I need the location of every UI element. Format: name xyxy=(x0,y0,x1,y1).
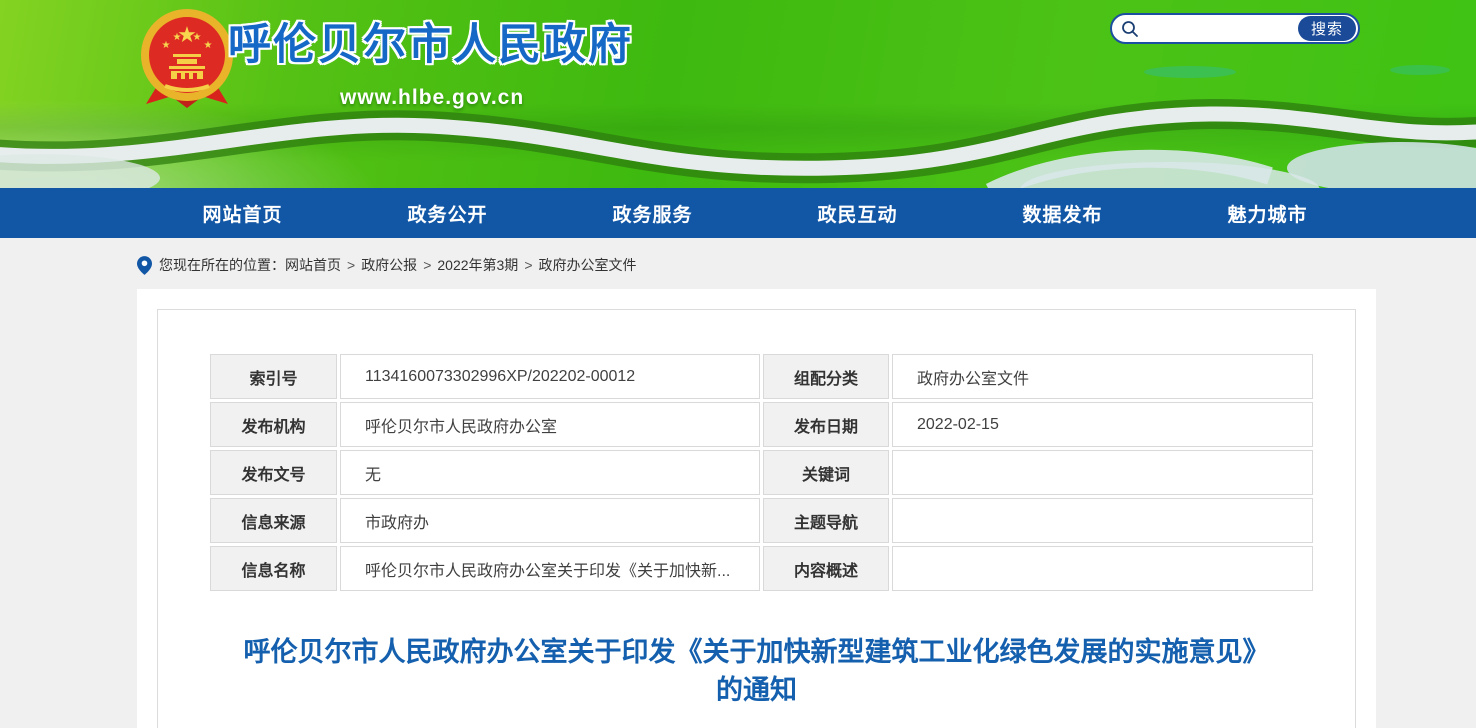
meta-value-info-name: 呼伦贝尔市人民政府办公室关于印发《关于加快新... xyxy=(340,546,760,591)
meta-value-issuing-agency: 呼伦贝尔市人民政府办公室 xyxy=(340,402,760,447)
meta-label-issuing-agency: 发布机构 xyxy=(210,402,337,447)
document-panel: 索引号 1134160073302996XP/202202-00012 组配分类… xyxy=(157,309,1356,728)
breadcrumb-separator: > xyxy=(423,257,431,273)
meta-value-topic-nav xyxy=(892,498,1313,543)
meta-label-summary: 内容概述 xyxy=(763,546,889,591)
site-url: www.hlbe.gov.cn xyxy=(340,86,524,110)
meta-value-doc-number: 无 xyxy=(340,450,760,495)
meta-label-publish-date: 发布日期 xyxy=(763,402,889,447)
breadcrumb-prefix: 您现在所在的位置： xyxy=(159,255,285,275)
meta-value-keywords xyxy=(892,450,1313,495)
nav-item-gov-service[interactable]: 政务服务 xyxy=(550,188,755,238)
content-card: 索引号 1134160073302996XP/202202-00012 组配分类… xyxy=(137,289,1376,728)
meta-label-source: 信息来源 xyxy=(210,498,337,543)
nav-item-city[interactable]: 魅力城市 xyxy=(1165,188,1370,238)
meta-value-index-number: 1134160073302996XP/202202-00012 xyxy=(340,354,760,399)
meta-row-source-topic: 信息来源 市政府办 主题导航 xyxy=(210,498,1313,543)
breadcrumb-item-home[interactable]: 网站首页 xyxy=(285,255,341,275)
meta-value-category: 政府办公室文件 xyxy=(892,354,1313,399)
breadcrumb-separator: > xyxy=(524,257,532,273)
main-nav: 网站首页 政务公开 政务服务 政民互动 数据发布 魅力城市 xyxy=(0,188,1476,238)
breadcrumb-separator: > xyxy=(347,257,355,273)
nav-item-home[interactable]: 网站首页 xyxy=(140,188,345,238)
breadcrumb-item-category[interactable]: 政府办公室文件 xyxy=(539,255,637,275)
svg-text:★: ★ xyxy=(193,32,202,43)
meta-label-keywords: 关键词 xyxy=(763,450,889,495)
svg-text:★: ★ xyxy=(204,40,213,51)
search-button[interactable]: 搜索 xyxy=(1298,16,1356,41)
search-icon xyxy=(1121,20,1139,38)
meta-value-publish-date: 2022-02-15 xyxy=(892,402,1313,447)
meta-value-summary xyxy=(892,546,1313,591)
breadcrumb-item-gazette[interactable]: 政府公报 xyxy=(361,255,417,275)
search-input[interactable] xyxy=(1144,17,1298,41)
meta-label-index-number: 索引号 xyxy=(210,354,337,399)
document-meta-table: 索引号 1134160073302996XP/202202-00012 组配分类… xyxy=(207,351,1316,594)
nav-item-interaction[interactable]: 政民互动 xyxy=(755,188,960,238)
meta-label-category: 组配分类 xyxy=(763,354,889,399)
document-title: 呼伦贝尔市人民政府办公室关于印发《关于加快新型建筑工业化绿色发展的实施意见》的通… xyxy=(237,634,1276,710)
national-emblem: ★ ★ ★ ★ ★ xyxy=(137,6,237,112)
meta-value-source: 市政府办 xyxy=(340,498,760,543)
location-pin-icon xyxy=(137,256,152,275)
svg-text:★: ★ xyxy=(162,40,171,51)
meta-label-info-name: 信息名称 xyxy=(210,546,337,591)
search-box: 搜索 xyxy=(1110,13,1360,44)
svg-text:★: ★ xyxy=(173,32,182,43)
meta-row-index-category: 索引号 1134160073302996XP/202202-00012 组配分类… xyxy=(210,354,1313,399)
breadcrumb-item-issue[interactable]: 2022年第3期 xyxy=(437,255,518,275)
nav-item-data[interactable]: 数据发布 xyxy=(960,188,1165,238)
nav-item-gov-info[interactable]: 政务公开 xyxy=(345,188,550,238)
meta-row-docnumber-keywords: 发布文号 无 关键词 xyxy=(210,450,1313,495)
meta-label-topic-nav: 主题导航 xyxy=(763,498,889,543)
header-banner: ★ ★ ★ ★ ★ 呼伦贝尔市人民政府 www.hlbe.gov xyxy=(0,0,1476,188)
meta-row-agency-date: 发布机构 呼伦贝尔市人民政府办公室 发布日期 2022-02-15 xyxy=(210,402,1313,447)
meta-label-doc-number: 发布文号 xyxy=(210,450,337,495)
breadcrumb: 您现在所在的位置： 网站首页 > 政府公报 > 2022年第3期 > 政府办公室… xyxy=(137,238,1476,275)
meta-row-name-summary: 信息名称 呼伦贝尔市人民政府办公室关于印发《关于加快新... 内容概述 xyxy=(210,546,1313,591)
